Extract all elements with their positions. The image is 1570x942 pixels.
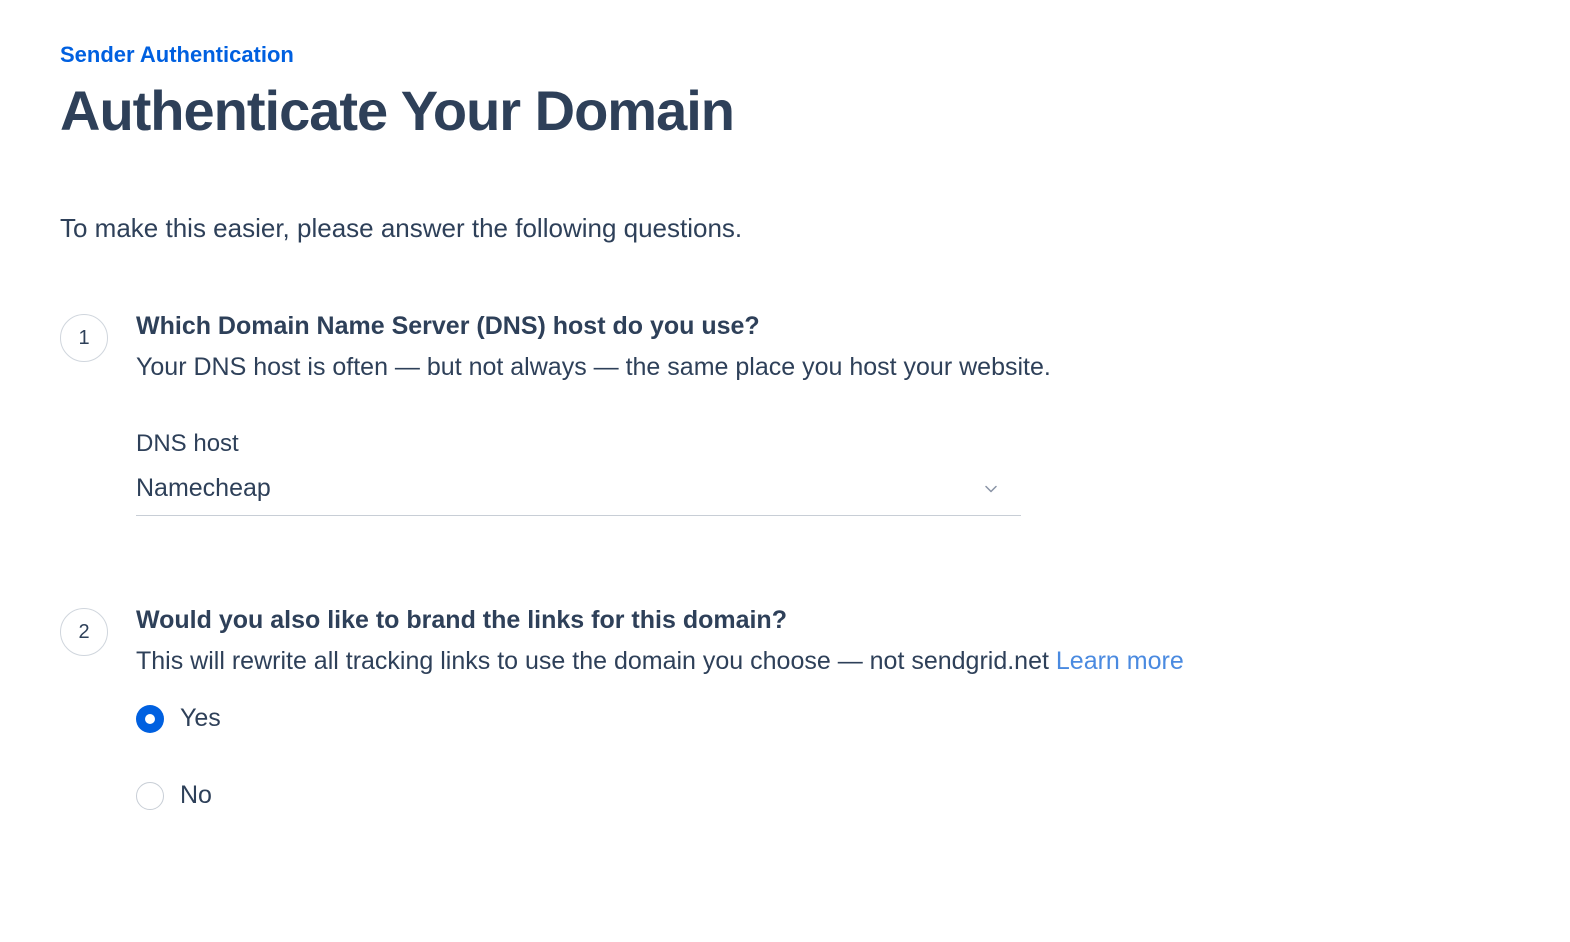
dns-host-value: Namecheap	[136, 474, 271, 502]
radio-yes-label: Yes	[180, 704, 221, 733]
question-2-content: Would you also like to brand the links f…	[136, 606, 1510, 810]
question-2-title: Would you also like to brand the links f…	[136, 606, 1510, 635]
learn-more-link[interactable]: Learn more	[1056, 647, 1184, 675]
question-2-desc-text: This will rewrite all tracking links to …	[136, 647, 1056, 675]
chevron-down-icon	[985, 485, 997, 497]
radio-yes-dot	[145, 714, 155, 724]
breadcrumb[interactable]: Sender Authentication	[60, 42, 1510, 68]
radio-no-circle	[136, 782, 164, 810]
radio-no-label: No	[180, 781, 212, 810]
step-number-2: 2	[60, 608, 108, 656]
question-1-block: 1 Which Domain Name Server (DNS) host do…	[60, 312, 1510, 516]
dns-host-select[interactable]: Namecheap	[136, 466, 1021, 516]
question-2-block: 2 Would you also like to brand the links…	[60, 606, 1510, 810]
question-1-content: Which Domain Name Server (DNS) host do y…	[136, 312, 1510, 516]
intro-text: To make this easier, please answer the f…	[60, 213, 1510, 244]
question-1-desc: Your DNS host is often — but not always …	[136, 353, 1510, 382]
dns-host-label: DNS host	[136, 430, 1510, 458]
question-2-desc: This will rewrite all tracking links to …	[136, 647, 1510, 676]
radio-no[interactable]: No	[136, 781, 1510, 810]
page-title: Authenticate Your Domain	[60, 78, 1510, 143]
question-1-title: Which Domain Name Server (DNS) host do y…	[136, 312, 1510, 341]
radio-yes[interactable]: Yes	[136, 704, 1510, 733]
step-number-1: 1	[60, 314, 108, 362]
radio-yes-circle	[136, 705, 164, 733]
